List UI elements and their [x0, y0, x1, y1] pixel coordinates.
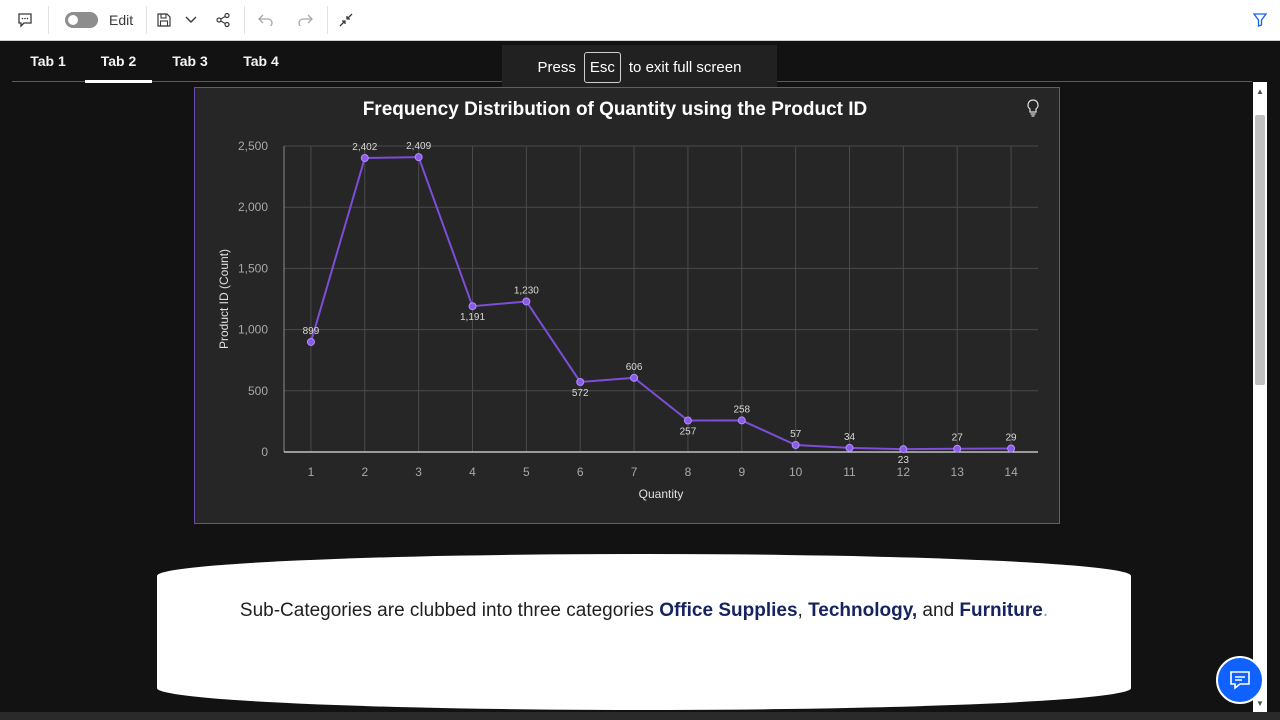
data-point: [683, 416, 692, 425]
scrollbar[interactable]: ▲ ▼: [1253, 82, 1267, 712]
tab-3[interactable]: Tab 3: [162, 41, 218, 81]
data-point: [845, 443, 854, 452]
chart-title: Frequency Distribution of Quantity using…: [363, 99, 868, 120]
tab-label: Tab 3: [172, 53, 208, 69]
line-chart: Frequency Distribution of Quantity using…: [217, 99, 1038, 501]
collapse-icon[interactable]: [334, 0, 358, 40]
x-axis-title: Quantity: [639, 487, 684, 501]
fullscreen-toast: Press Esc to exit full screen: [502, 45, 777, 90]
tab-4[interactable]: Tab 4: [233, 41, 289, 81]
x-tick-label: 1: [308, 465, 315, 479]
chart-widget[interactable]: Frequency Distribution of Quantity using…: [194, 87, 1060, 524]
category-technology: Technology,: [808, 600, 918, 621]
y-axis-title: Product ID (Count): [217, 249, 231, 349]
tab-label: Tab 2: [100, 53, 137, 69]
edit-toggle[interactable]: [65, 12, 98, 28]
toolbar-divider: [48, 6, 49, 34]
x-tick-label: 7: [631, 465, 638, 479]
data-label: 23: [898, 455, 910, 466]
category-furniture: Furniture: [959, 600, 1043, 621]
y-tick-label: 2,000: [238, 200, 268, 214]
text-widget[interactable]: Sub-Categories are clubbed into three ca…: [157, 554, 1131, 710]
y-tick-label: 1,000: [238, 323, 268, 337]
data-point: [306, 337, 315, 346]
data-point: [953, 444, 962, 453]
note-text: Sub-Categories are clubbed into three ca…: [157, 600, 1131, 622]
top-toolbar: Edit: [0, 0, 1280, 41]
chevron-down-icon[interactable]: [180, 0, 202, 40]
share-icon[interactable]: [210, 0, 236, 40]
data-point: [360, 153, 369, 162]
data-label: 572: [572, 388, 589, 399]
data-point: [630, 373, 639, 382]
y-tick-label: 500: [248, 384, 268, 398]
data-label: 2,402: [352, 142, 377, 153]
redo-icon[interactable]: [293, 0, 317, 40]
data-point: [737, 416, 746, 425]
edit-label: Edit: [109, 12, 134, 28]
toast-prefix: Press: [537, 59, 576, 76]
data-label: 1,230: [514, 285, 539, 296]
data-point: [468, 302, 477, 311]
chat-button[interactable]: [1216, 656, 1264, 704]
data-label: 257: [680, 427, 697, 438]
data-label: 2,409: [406, 141, 431, 152]
note-period: .: [1042, 600, 1049, 621]
bottom-bar: [0, 712, 1280, 720]
x-tick-label: 14: [1004, 465, 1018, 479]
x-tick-label: 4: [469, 465, 476, 479]
tab-label: Tab 4: [243, 53, 279, 69]
scroll-up-icon[interactable]: ▲: [1253, 84, 1267, 98]
filter-icon[interactable]: [1248, 0, 1272, 40]
y-tick-label: 0: [261, 445, 268, 459]
lightbulb-icon[interactable]: [1026, 99, 1040, 117]
series-line: [309, 156, 1012, 451]
toolbar-divider: [244, 6, 245, 34]
x-tick-label: 9: [738, 465, 745, 479]
data-label: 1,191: [460, 312, 485, 323]
x-tick-label: 11: [843, 465, 856, 479]
data-point: [899, 445, 908, 454]
note-separator: and: [917, 600, 960, 621]
tab-label: Tab 1: [30, 53, 66, 69]
esc-key: Esc: [583, 52, 621, 83]
save-icon[interactable]: [152, 0, 176, 40]
data-point: [791, 441, 800, 450]
data-label: 29: [1006, 432, 1018, 443]
tab-2[interactable]: Tab 2: [85, 41, 152, 83]
toolbar-divider: [146, 6, 147, 34]
x-tick-label: 8: [685, 465, 692, 479]
toast-suffix: to exit full screen: [628, 59, 742, 76]
x-tick-label: 12: [897, 465, 911, 479]
comment-icon[interactable]: [10, 0, 40, 40]
note-intro: Sub-Categories are clubbed into three ca…: [239, 600, 660, 621]
y-tick-label: 2,500: [238, 139, 268, 153]
x-tick-label: 3: [415, 465, 422, 479]
data-label: 34: [844, 432, 856, 443]
undo-icon[interactable]: [254, 0, 278, 40]
data-point: [576, 377, 585, 386]
y-tick-label: 1,500: [238, 261, 268, 275]
data-label: 27: [952, 433, 964, 444]
data-point: [522, 297, 531, 306]
data-label: 258: [733, 404, 750, 415]
data-label: 899: [303, 326, 320, 337]
x-tick-label: 5: [523, 465, 530, 479]
scrollbar-thumb[interactable]: [1255, 115, 1265, 385]
data-point: [414, 153, 423, 162]
x-tick-label: 6: [577, 465, 584, 479]
chat-icon: [1230, 671, 1250, 690]
data-point: [1007, 444, 1016, 453]
category-office-supplies: Office Supplies: [659, 600, 798, 621]
x-tick-label: 2: [361, 465, 368, 479]
data-label: 57: [790, 429, 802, 440]
toggle-knob: [68, 15, 78, 25]
x-tick-label: 13: [951, 465, 965, 479]
note-separator: ,: [797, 600, 809, 621]
toolbar-divider: [327, 6, 328, 34]
x-tick-label: 10: [789, 465, 803, 479]
data-label: 606: [626, 362, 643, 373]
tab-1[interactable]: Tab 1: [20, 41, 76, 81]
